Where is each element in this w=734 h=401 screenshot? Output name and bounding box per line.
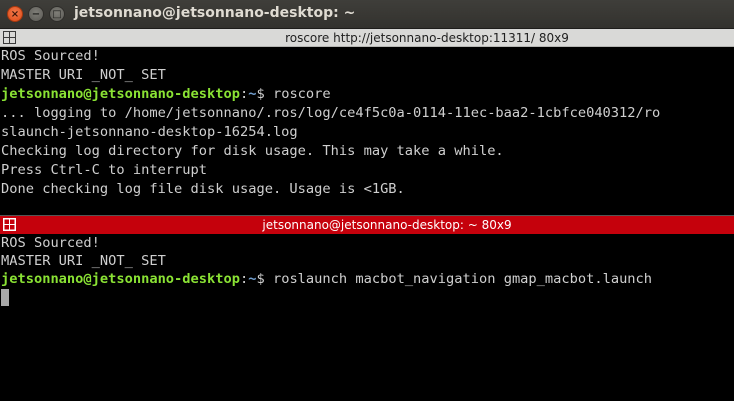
top-terminal[interactable]: ROS Sourced! MASTER URI _NOT_ SET jetson…	[0, 47, 734, 216]
prompt-user: jetsonnano@jetsonnano-desktop	[1, 86, 240, 102]
terminal-line: Checking log directory for disk usage. T…	[1, 143, 504, 159]
terminator-window: × − □ jetsonnano@jetsonnano-desktop: ~ r…	[0, 0, 734, 401]
prompt-command: $ roslaunch macbot_navigation gmap_macbo…	[256, 271, 653, 287]
terminal-line: Press Ctrl-C to interrupt	[1, 162, 208, 178]
bottom-pane-titlebar[interactable]: jetsonnano@jetsonnano-desktop: ~ 80x9	[0, 216, 734, 234]
window-titlebar[interactable]: × − □ jetsonnano@jetsonnano-desktop: ~	[0, 0, 734, 29]
bottom-terminal[interactable]: ROS Sourced! MASTER URI _NOT_ SET jetson…	[0, 234, 734, 401]
prompt-line: jetsonnano@jetsonnano-desktop:~$ roscore	[1, 85, 331, 104]
terminal-line: MASTER URI _NOT_ SET	[1, 67, 166, 83]
prompt-separator: :	[239, 271, 249, 287]
prompt-command: $ roscore	[256, 86, 331, 102]
top-pane-titlebar[interactable]: roscore http://jetsonnano-desktop:11311/…	[0, 29, 734, 47]
terminal-line: ROS Sourced!	[1, 235, 100, 251]
prompt-separator: :	[239, 86, 249, 102]
bottom-pane-title: jetsonnano@jetsonnano-desktop: ~ 80x9	[262, 218, 512, 232]
minimize-button[interactable]: −	[28, 6, 44, 22]
terminal-line: MASTER URI _NOT_ SET	[1, 253, 166, 269]
prompt-user: jetsonnano@jetsonnano-desktop	[1, 271, 240, 287]
window-title: jetsonnano@jetsonnano-desktop: ~	[74, 5, 356, 21]
terminal-line: slaunch-jetsonnano-desktop-16254.log	[1, 124, 298, 140]
terminal-line: ... logging to /home/jetsonnano/.ros/log…	[1, 105, 661, 121]
terminal-line: ROS Sourced!	[1, 48, 100, 64]
top-pane-title: roscore http://jetsonnano-desktop:11311/…	[285, 31, 569, 45]
terminal-cursor	[1, 289, 9, 306]
terminal-line: Done checking log file disk usage. Usage…	[1, 181, 405, 197]
close-button[interactable]: ×	[7, 6, 23, 22]
maximize-button[interactable]: □	[49, 6, 65, 22]
prompt-line: jetsonnano@jetsonnano-desktop:~$ roslaun…	[1, 270, 652, 289]
